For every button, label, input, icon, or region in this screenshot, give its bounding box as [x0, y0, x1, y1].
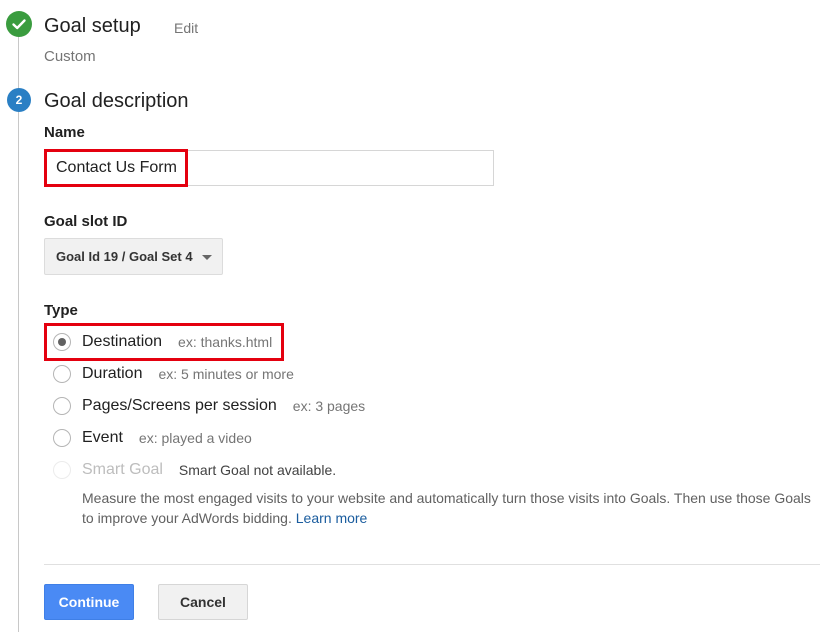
- radio-button[interactable]: [53, 333, 71, 351]
- step-number-badge: 2: [7, 88, 31, 112]
- radio-button[interactable]: [53, 365, 71, 383]
- step-title-goal-description: Goal description: [44, 90, 189, 112]
- step-timeline-line: [18, 28, 19, 632]
- option-example: ex: played a video: [138, 430, 252, 446]
- type-option-event[interactable]: Event ex: played a video: [53, 429, 252, 447]
- type-option-pages-per-session[interactable]: Pages/Screens per session ex: 3 pages: [53, 397, 365, 415]
- goal-name-input[interactable]: [44, 150, 494, 186]
- type-option-duration[interactable]: Duration ex: 5 minutes or more: [53, 365, 294, 383]
- goal-setup-summary: Custom: [44, 48, 96, 65]
- learn-more-link[interactable]: Learn more: [296, 510, 368, 526]
- check-icon: [12, 19, 26, 30]
- smart-goal-description: Measure the most engaged visits to your …: [82, 488, 820, 528]
- option-label: Event: [82, 429, 123, 446]
- name-label: Name: [44, 124, 85, 141]
- radio-button[interactable]: [53, 429, 71, 447]
- step-title-goal-setup: Goal setup: [44, 15, 141, 37]
- goal-slot-label: Goal slot ID: [44, 213, 128, 230]
- continue-button[interactable]: Continue: [44, 584, 134, 620]
- option-example: ex: 3 pages: [292, 398, 366, 414]
- radio-button-disabled: [53, 461, 71, 479]
- edit-goal-setup-link[interactable]: Edit: [174, 20, 198, 36]
- goal-slot-dropdown[interactable]: Goal Id 19 / Goal Set 4: [44, 238, 223, 275]
- type-option-destination[interactable]: Destination ex: thanks.html: [53, 333, 272, 351]
- section-divider: [44, 564, 820, 565]
- type-option-smart-goal: Smart Goal Smart Goal not available.: [53, 461, 336, 479]
- radio-button[interactable]: [53, 397, 71, 415]
- step-complete-badge: [6, 11, 32, 37]
- smart-goal-description-text: Measure the most engaged visits to your …: [82, 490, 811, 526]
- option-label: Destination: [82, 333, 163, 350]
- option-label: Duration: [82, 365, 143, 382]
- smart-goal-unavailable-note: Smart Goal not available.: [178, 462, 337, 478]
- option-label: Pages/Screens per session: [82, 397, 277, 414]
- option-label: Smart Goal: [82, 461, 163, 478]
- type-label: Type: [44, 302, 78, 319]
- option-example: ex: 5 minutes or more: [158, 366, 294, 382]
- goal-slot-selected-value: Goal Id 19 / Goal Set 4: [56, 249, 193, 264]
- cancel-button[interactable]: Cancel: [158, 584, 248, 620]
- chevron-down-icon: [201, 255, 212, 260]
- option-example: ex: thanks.html: [178, 334, 273, 350]
